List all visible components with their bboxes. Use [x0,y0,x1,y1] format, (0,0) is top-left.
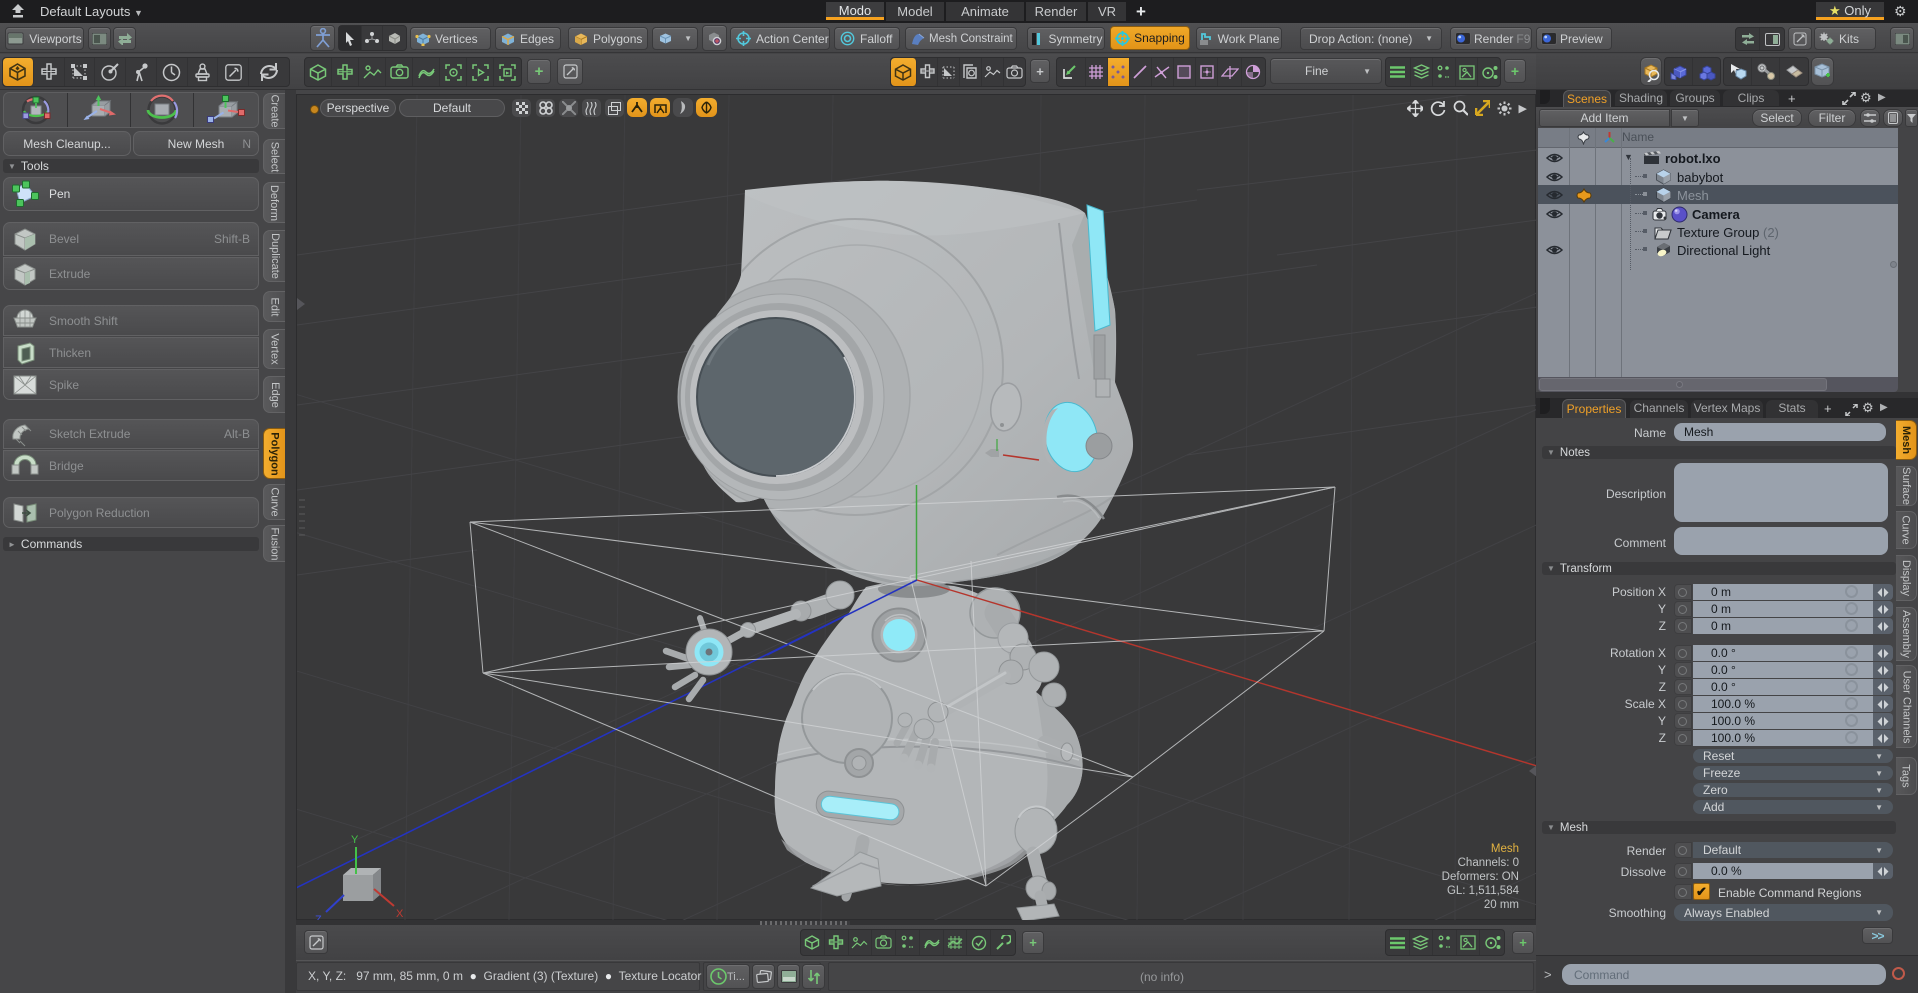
svg-text:Channels: 0: Channels: 0 [1458,857,1519,869]
svg-text:GL: 1,511,584: GL: 1,511,584 [1447,885,1520,897]
svg-text:Y: Y [351,834,359,846]
svg-text:20 mm: 20 mm [1484,899,1519,911]
svg-text:Mesh: Mesh [1491,843,1519,855]
svg-text:Deformers: ON: Deformers: ON [1442,871,1519,883]
svg-text:X: X [396,908,404,920]
